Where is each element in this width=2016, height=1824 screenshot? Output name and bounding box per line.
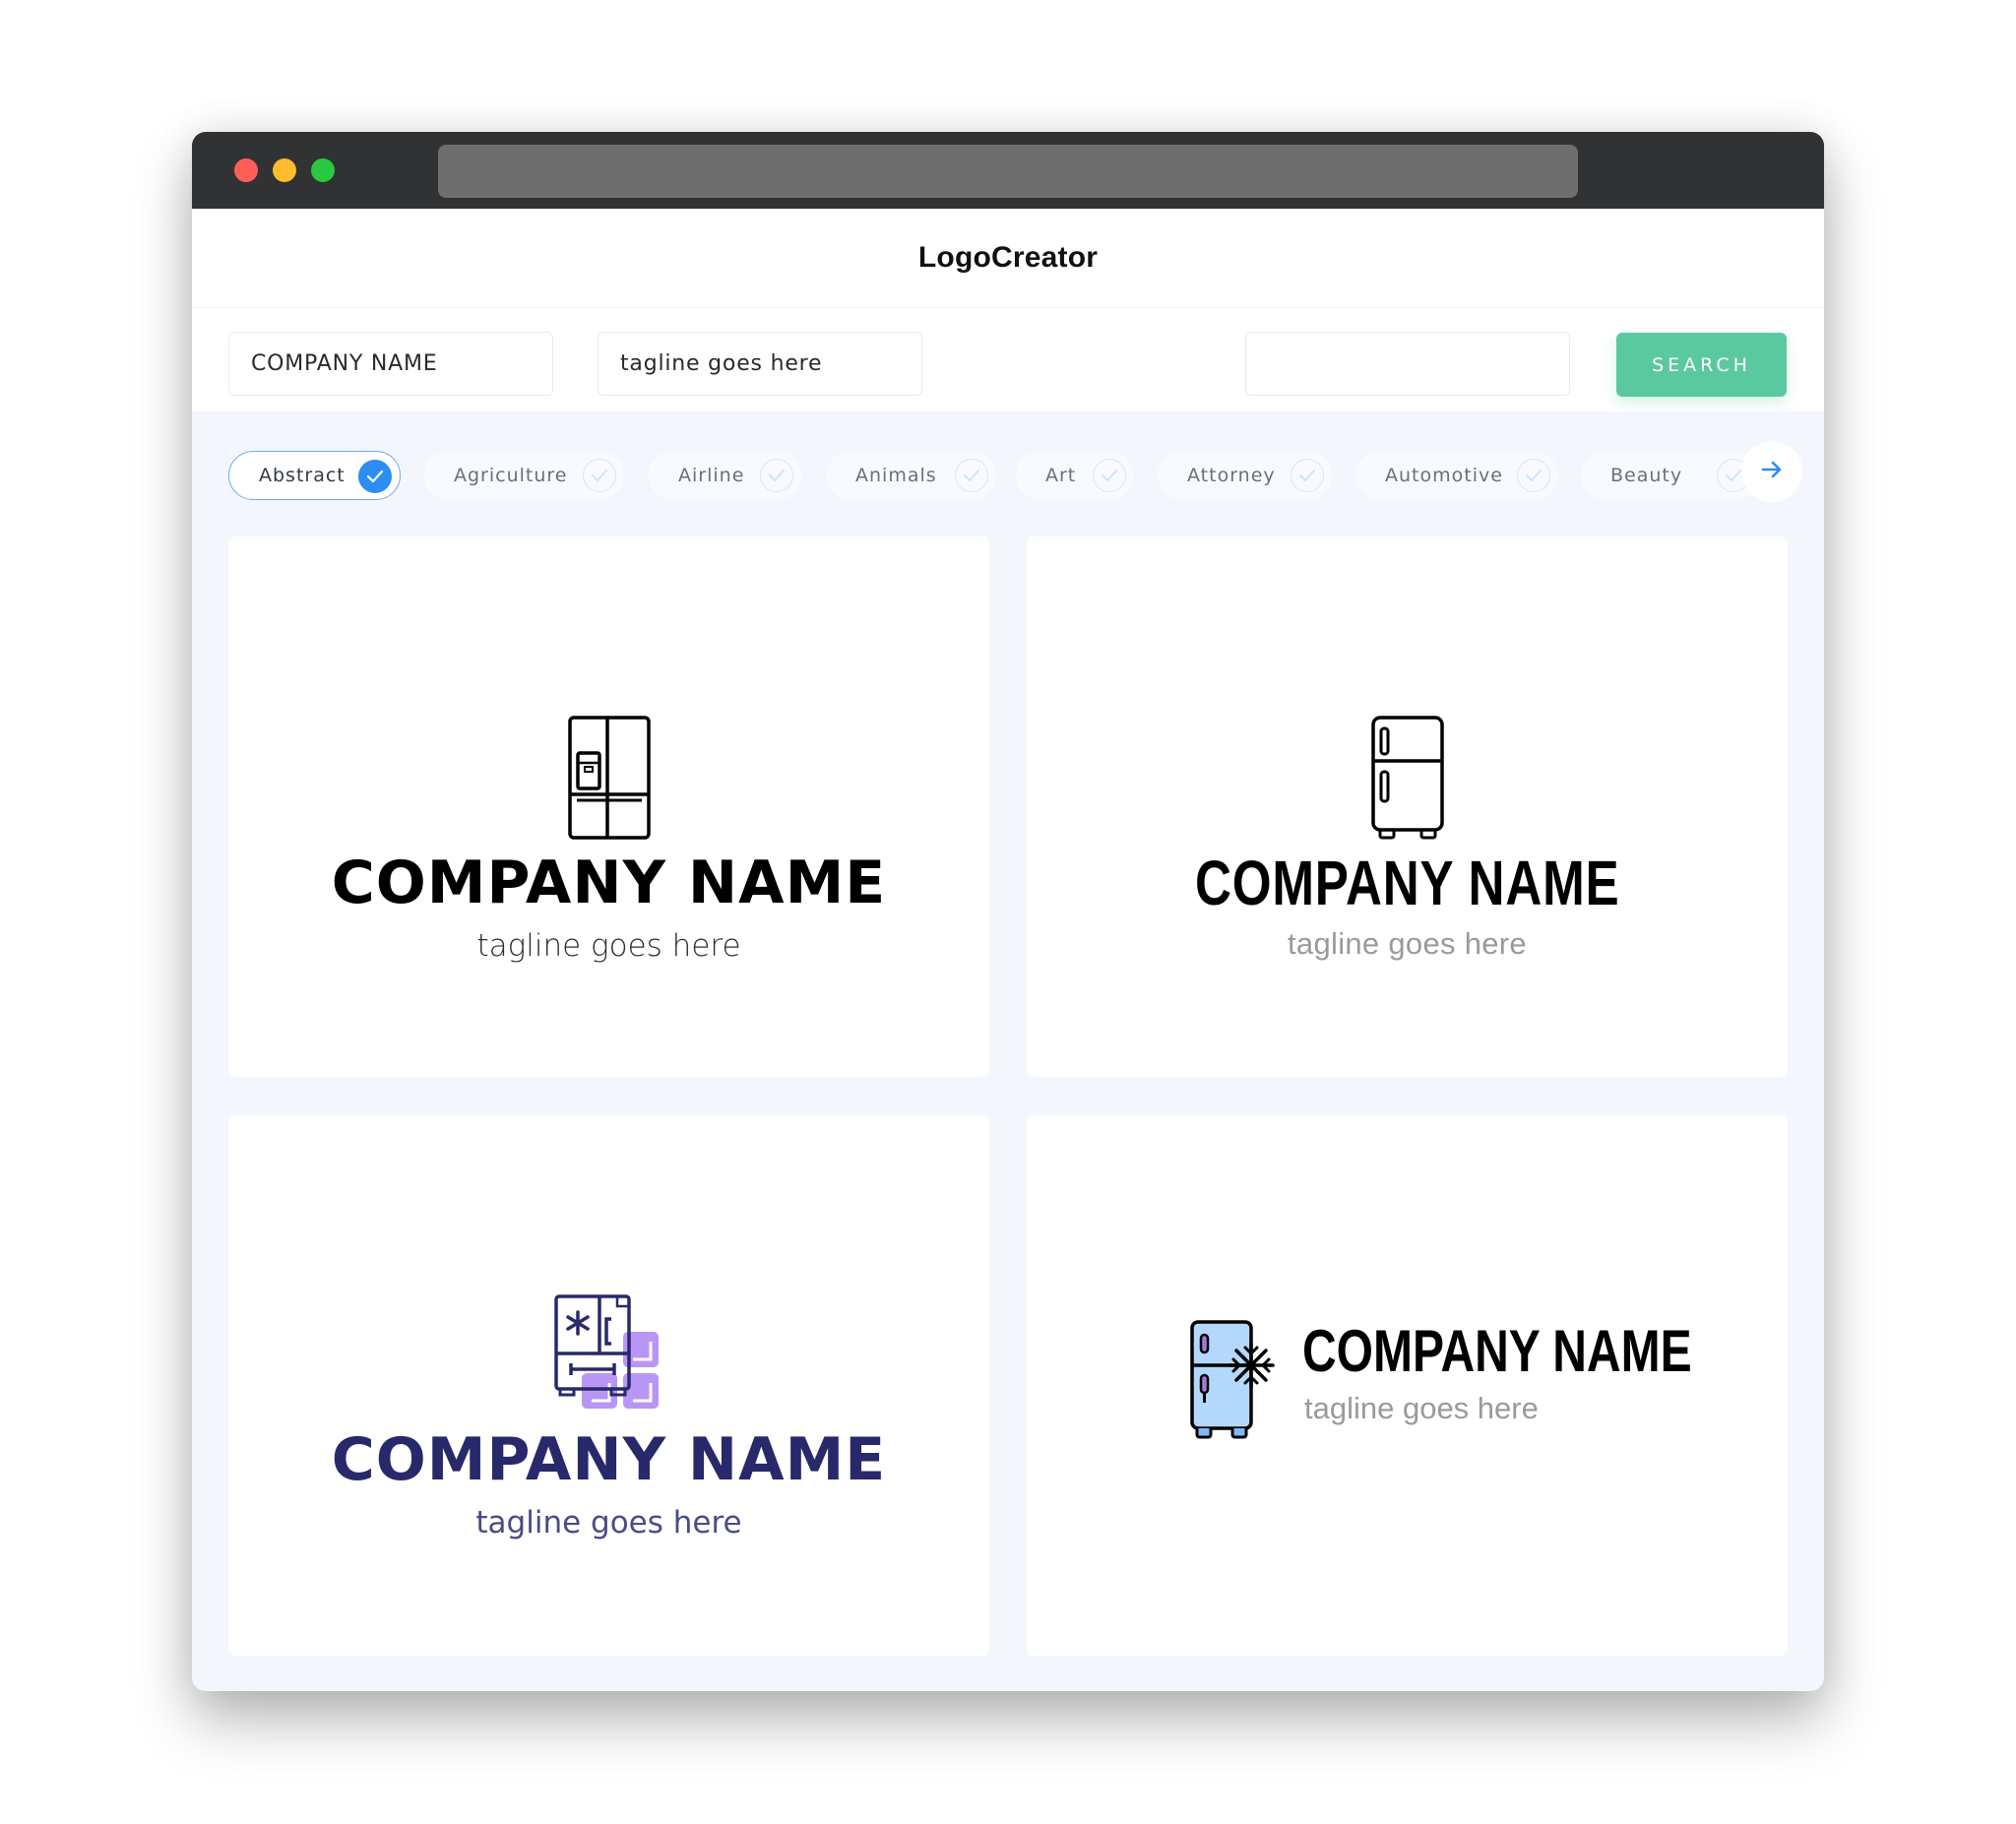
app-header: LogoCreator <box>192 209 1824 308</box>
two-door-refrigerator-icon <box>1370 716 1444 846</box>
check-icon <box>1517 459 1550 492</box>
next-categories-button[interactable] <box>1741 441 1802 502</box>
category-filter-bar: Abstract Agriculture Airline Animals Art <box>228 411 1802 514</box>
logo-company-name: COMPANY NAME <box>331 849 887 917</box>
close-window-button[interactable] <box>234 158 258 182</box>
logo-tagline: tagline goes here <box>1304 1391 1539 1425</box>
logo-tagline: tagline goes here <box>476 928 741 964</box>
category-chip-art[interactable]: Art <box>1016 451 1134 500</box>
category-label: Beauty <box>1610 465 1683 486</box>
company-name-input[interactable]: COMPANY NAME <box>228 332 553 396</box>
check-icon <box>583 459 616 492</box>
keyword-search-input[interactable] <box>1245 332 1570 396</box>
category-chip-animals[interactable]: Animals <box>826 451 996 500</box>
tagline-input[interactable]: tagline goes here <box>598 332 922 396</box>
category-label: Airline <box>678 465 745 486</box>
minimize-window-button[interactable] <box>273 158 296 182</box>
category-label: Abstract <box>259 465 346 486</box>
category-chip-automotive[interactable]: Automotive <box>1355 451 1558 500</box>
app-title: LogoCreator <box>917 241 1099 274</box>
search-button[interactable]: SEARCH <box>1616 333 1787 397</box>
search-bar: COMPANY NAME tagline goes here SEARCH <box>192 308 1824 411</box>
category-label: Attorney <box>1187 465 1276 486</box>
check-icon <box>358 460 392 493</box>
logo-card[interactable]: COMPANY NAME tagline goes here <box>228 1115 989 1656</box>
french-door-refrigerator-icon <box>567 716 651 844</box>
category-label: Animals <box>855 465 937 486</box>
refrigerator-snowflake-icon <box>1188 1318 1277 1444</box>
arrow-right-icon <box>1761 461 1783 482</box>
logo-card[interactable]: COMPANY NAME tagline goes here <box>228 536 989 1077</box>
check-icon <box>760 459 793 492</box>
logo-tagline: tagline goes here <box>475 1505 742 1541</box>
check-icon <box>955 459 988 492</box>
browser-window: LogoCreator COMPANY NAME tagline goes he… <box>192 132 1824 1691</box>
check-icon <box>1093 459 1126 492</box>
category-chip-airline[interactable]: Airline <box>649 451 801 500</box>
category-label: Automotive <box>1385 465 1503 486</box>
category-chip-attorney[interactable]: Attorney <box>1158 451 1332 500</box>
logo-company-name: COMPANY NAME <box>1194 848 1620 918</box>
category-chip-agriculture[interactable]: Agriculture <box>424 451 624 500</box>
address-bar[interactable] <box>438 145 1578 198</box>
category-label: Art <box>1045 465 1077 486</box>
logo-company-name: COMPANY NAME <box>1302 1318 1692 1384</box>
category-chip-beauty[interactable]: Beauty <box>1581 451 1758 500</box>
maximize-window-button[interactable] <box>311 158 335 182</box>
category-chip-abstract[interactable]: Abstract <box>228 451 401 500</box>
logo-tagline: tagline goes here <box>1288 926 1527 961</box>
refrigerator-ice-cubes-icon <box>552 1292 666 1418</box>
title-bar <box>192 132 1824 209</box>
check-icon <box>1291 459 1324 492</box>
logo-card[interactable]: COMPANY NAME tagline goes here <box>1027 1115 1788 1656</box>
category-label: Agriculture <box>454 465 568 486</box>
logo-card[interactable]: COMPANY NAME tagline goes here <box>1027 536 1788 1077</box>
logo-company-name: COMPANY NAME <box>331 1425 887 1494</box>
